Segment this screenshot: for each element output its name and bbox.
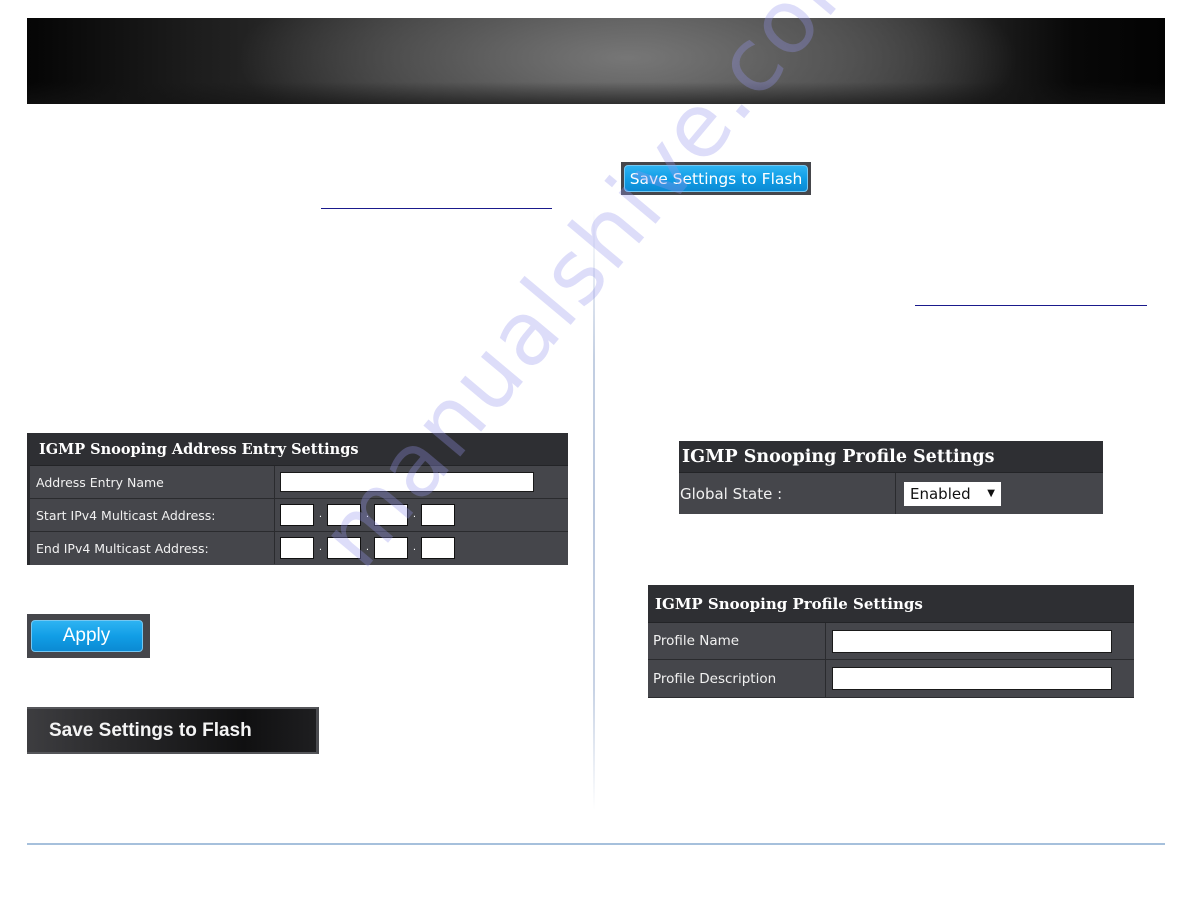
field-label: End IPv4 Multicast Address: — [30, 532, 275, 564]
ip-separator: . — [318, 509, 323, 520]
save-settings-to-flash-menu-button[interactable]: Save Settings to Flash — [27, 707, 319, 754]
footer-rule — [27, 843, 1165, 845]
end-ip-octet-4[interactable] — [421, 537, 455, 559]
panel-title: IGMP Snooping Profile Settings — [679, 441, 1103, 473]
ip-separator: . — [412, 542, 417, 553]
profile-name-row: Profile Name — [648, 623, 1134, 660]
header-banner — [27, 18, 1165, 104]
hyperlink-right[interactable] — [915, 305, 1147, 306]
ipv4-address-field: . . . — [275, 532, 568, 564]
start-ipv4-row: Start IPv4 Multicast Address: . . . — [30, 499, 568, 532]
save-settings-button-frame: Save Settings to Flash — [621, 162, 811, 195]
field-label: Global State : — [679, 473, 896, 514]
apply-button-frame: Apply — [27, 614, 150, 658]
ip-separator: . — [365, 509, 370, 520]
profile-description-row: Profile Description — [648, 660, 1134, 698]
panel-title: IGMP Snooping Profile Settings — [648, 585, 1134, 623]
ip-separator: . — [365, 542, 370, 553]
hyperlink-left[interactable] — [321, 208, 552, 209]
profile-name-input[interactable] — [832, 629, 1112, 653]
igmp-global-state-panel: IGMP Snooping Profile Settings Global St… — [679, 441, 1103, 514]
dropdown-arrow-icon: ▼ — [987, 488, 995, 499]
field-value — [826, 623, 1134, 659]
igmp-profile-settings-panel: IGMP Snooping Profile Settings Profile N… — [648, 585, 1134, 698]
end-ip-octet-3[interactable] — [374, 537, 408, 559]
select-value: Enabled — [910, 484, 971, 503]
apply-button[interactable]: Apply — [30, 620, 143, 652]
global-state-row: Global State : Enabled ▼ — [679, 473, 1103, 514]
field-value — [826, 660, 1134, 697]
save-settings-to-flash-button[interactable]: Save Settings to Flash — [624, 165, 808, 192]
column-divider — [593, 210, 595, 810]
profile-description-input[interactable] — [832, 667, 1112, 690]
panel-title: IGMP Snooping Address Entry Settings — [30, 433, 568, 466]
ip-separator: . — [318, 542, 323, 553]
field-value — [275, 466, 568, 498]
address-entry-settings-panel: IGMP Snooping Address Entry Settings Add… — [27, 433, 568, 565]
end-ip-octet-2[interactable] — [327, 537, 361, 559]
field-label: Profile Name — [648, 623, 826, 659]
start-ip-octet-1[interactable] — [280, 504, 314, 526]
field-label: Address Entry Name — [30, 466, 275, 498]
address-entry-name-input[interactable] — [280, 472, 534, 492]
start-ip-octet-2[interactable] — [327, 504, 361, 526]
start-ip-octet-4[interactable] — [421, 504, 455, 526]
global-state-select[interactable]: Enabled ▼ — [904, 481, 1001, 506]
field-label: Start IPv4 Multicast Address: — [30, 499, 275, 531]
ipv4-address-field: . . . — [275, 499, 568, 531]
end-ip-octet-1[interactable] — [280, 537, 314, 559]
ip-separator: . — [412, 509, 417, 520]
field-value: Enabled ▼ — [896, 473, 1103, 514]
field-label: Profile Description — [648, 660, 826, 697]
address-entry-name-row: Address Entry Name — [30, 466, 568, 499]
end-ipv4-row: End IPv4 Multicast Address: . . . — [30, 532, 568, 564]
start-ip-octet-3[interactable] — [374, 504, 408, 526]
